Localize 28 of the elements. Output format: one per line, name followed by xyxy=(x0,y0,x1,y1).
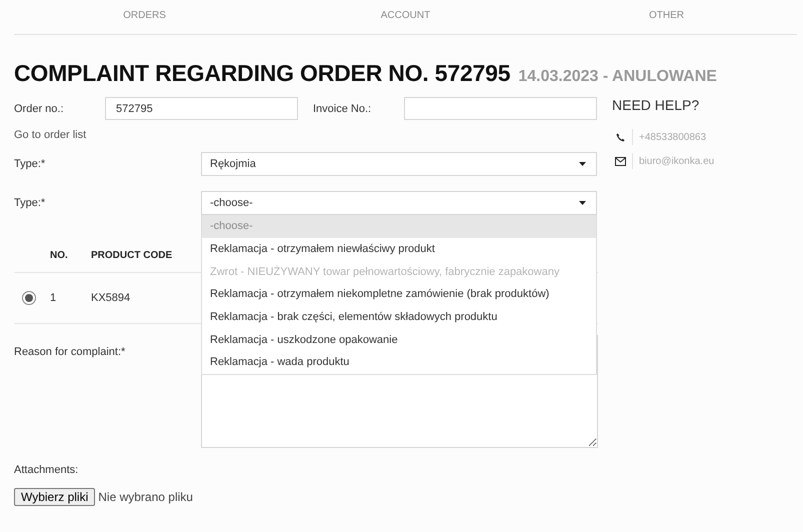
field-label: Order no.: xyxy=(14,102,65,114)
field-label: Type:* xyxy=(14,158,46,170)
caret-icon xyxy=(579,201,586,205)
field-label: Attachments: xyxy=(14,464,78,476)
column-header: NO. xyxy=(50,239,91,272)
dropdown-option[interactable]: Reklamacja - brak części, elementów składowych produktu xyxy=(202,306,596,328)
envelope-icon xyxy=(615,156,626,166)
radio-button[interactable] xyxy=(22,291,36,305)
dropdown-option[interactable]: Reklamacja - otrzymałem niewłaściwy produkt xyxy=(202,238,596,260)
field-label: Invoice No.: xyxy=(313,102,372,114)
dropdown-option[interactable]: Reklamacja - wada produktu xyxy=(202,351,596,374)
type-select[interactable]: -choose- xyxy=(201,191,597,215)
field-label: Reason for complaint:* xyxy=(14,345,126,358)
caret-icon xyxy=(579,162,586,166)
field-label: Type:* xyxy=(14,197,46,209)
help-heading: NEED HELP? xyxy=(612,97,700,113)
dropdown-option[interactable]: Reklamacja - uszkodzone opakowanie xyxy=(202,328,596,352)
dropdown-option[interactable]: Reklamacja - otrzymałem niekompletne zamówienie (brak produktów) xyxy=(202,283,596,306)
order-number-field[interactable]: 572795 xyxy=(105,97,298,120)
file-status: Nie wybrano pliku xyxy=(98,490,193,504)
type-select[interactable]: Rękojmia xyxy=(201,152,597,176)
order-list-link[interactable]: Go to order list xyxy=(14,129,86,141)
order-date-status: 14.03.2023 - ANULOWANE xyxy=(518,68,717,86)
invoice-number-field[interactable] xyxy=(404,97,597,120)
page-title: COMPLAINT REGARDING ORDER NO. 572795 xyxy=(14,60,510,87)
phone-icon xyxy=(616,132,625,142)
table-cell: 1 xyxy=(50,272,91,324)
choose-files-button[interactable]: Wybierz pliki xyxy=(14,488,96,506)
